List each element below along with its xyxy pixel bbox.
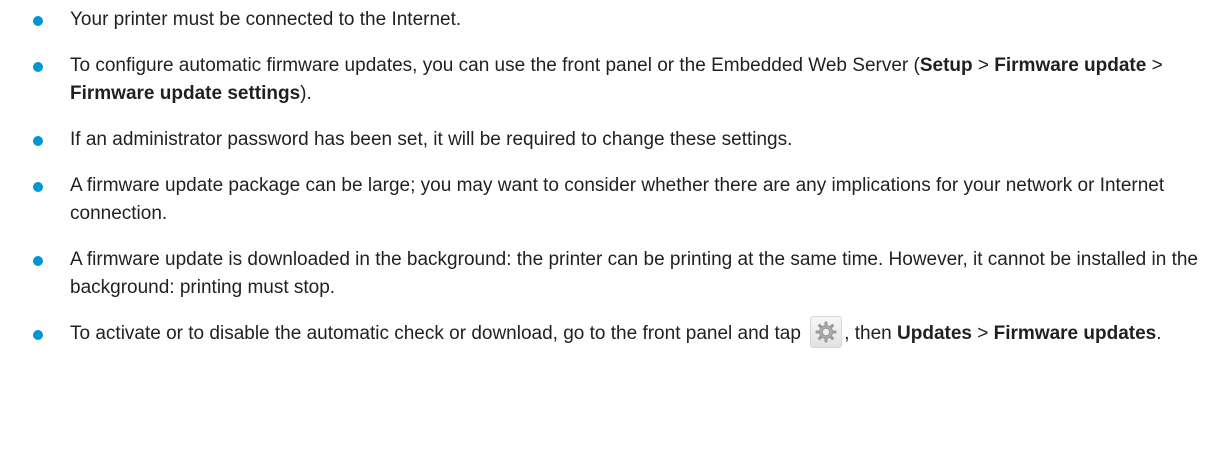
- list-item: Your printer must be connected to the In…: [0, 0, 1222, 34]
- list-item: If an administrator password has been se…: [0, 126, 1222, 154]
- item-text: Your printer must be connected to the In…: [70, 9, 462, 30]
- item-text-end: ).: [300, 83, 312, 104]
- item-text: , then: [844, 323, 898, 345]
- item-text-end: .: [1156, 323, 1162, 345]
- bullet-list: Your printer must be connected to the In…: [0, 0, 1222, 348]
- menu-path-setup: Setup: [919, 55, 973, 76]
- path-separator: >: [971, 323, 994, 345]
- item-text: A firmware update package can be large; …: [70, 175, 1165, 224]
- bullet-icon: [33, 182, 43, 192]
- item-text: To activate or to disable the automatic …: [70, 323, 807, 345]
- item-text: A firmware update is downloaded in the b…: [70, 249, 1198, 298]
- item-text: If an administrator password has been se…: [70, 129, 793, 150]
- path-separator: >: [972, 55, 995, 76]
- bullet-icon: [33, 136, 43, 146]
- menu-path-firmware-update: Firmware update: [994, 55, 1147, 76]
- bullet-icon: [33, 16, 43, 26]
- menu-path-updates: Updates: [897, 323, 972, 345]
- bullet-icon: [33, 256, 43, 266]
- list-item: A firmware update is downloaded in the b…: [0, 246, 1222, 302]
- list-item: A firmware update package can be large; …: [0, 172, 1222, 228]
- bullet-icon: [33, 62, 43, 72]
- item-text: To configure automatic firmware updates,…: [70, 55, 920, 76]
- menu-path-firmware-update-settings: Firmware update settings: [70, 83, 301, 104]
- gear-icon: [810, 316, 843, 348]
- path-separator: >: [1146, 55, 1163, 76]
- menu-path-firmware-updates: Firmware updates: [993, 323, 1157, 345]
- list-item: To activate or to disable the automatic …: [0, 316, 1222, 348]
- bullet-icon: [33, 330, 43, 340]
- list-item: To configure automatic firmware updates,…: [0, 52, 1222, 108]
